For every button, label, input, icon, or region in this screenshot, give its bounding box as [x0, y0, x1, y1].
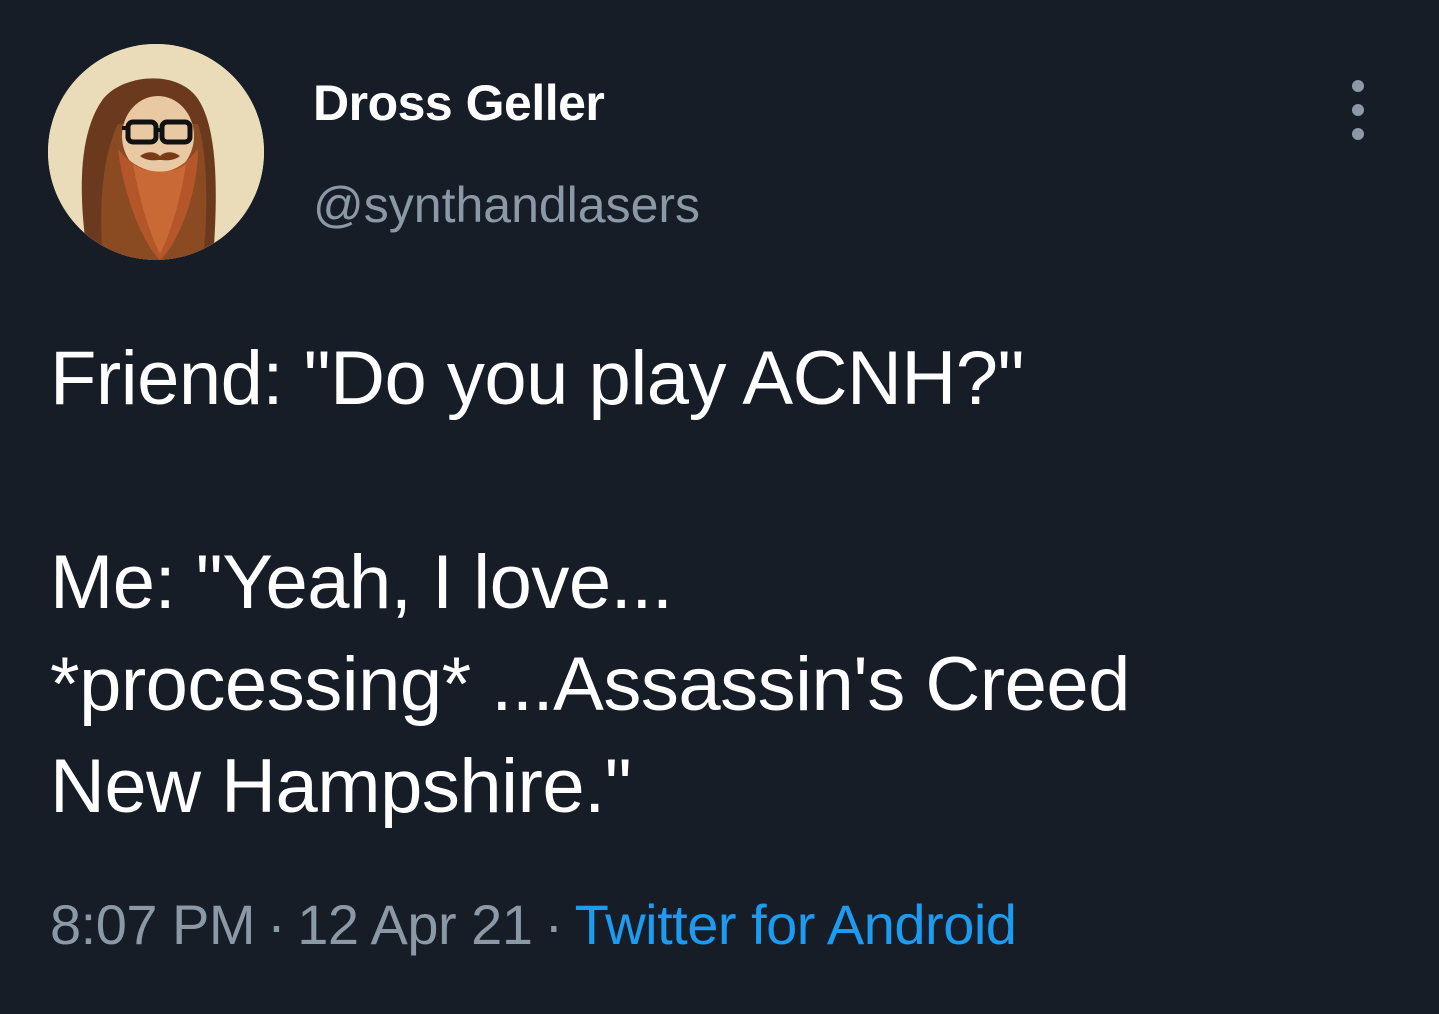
tweet-source-link[interactable]: Twitter for Android: [575, 893, 1017, 956]
tweet-text-line: Me: "Yeah, I love...: [50, 540, 673, 625]
more-options-button[interactable]: [1336, 80, 1380, 140]
tweet-text-line: Friend: "Do you play ACNH?": [50, 336, 1024, 421]
tweet-metadata: 8:07 PM · 12 Apr 21 · Twitter for Android: [50, 892, 1017, 957]
tweet-text-line: New Hampshire.": [50, 744, 632, 829]
display-name[interactable]: Dross Geller: [313, 74, 605, 132]
more-vertical-icon: [1352, 104, 1364, 116]
tweet-time[interactable]: 8:07 PM: [50, 893, 256, 956]
meta-separator: ·: [267, 893, 286, 956]
more-vertical-icon: [1352, 80, 1364, 92]
bearded-man-avatar-icon: [48, 44, 264, 260]
user-handle[interactable]: @synthandlasers: [313, 176, 700, 234]
tweet-date[interactable]: 12 Apr 21: [297, 893, 533, 956]
tweet-text-line: *processing* ...Assassin's Creed: [50, 642, 1130, 727]
meta-separator: ·: [544, 893, 563, 956]
more-vertical-icon: [1352, 128, 1364, 140]
tweet-text: Friend: "Do you play ACNH?" Me: "Yeah, I…: [50, 328, 1390, 838]
tweet-card: Dross Geller @synthandlasers Friend: "Do…: [0, 0, 1439, 1014]
tweet-text-spacer: [50, 430, 1390, 532]
avatar[interactable]: [48, 44, 264, 260]
